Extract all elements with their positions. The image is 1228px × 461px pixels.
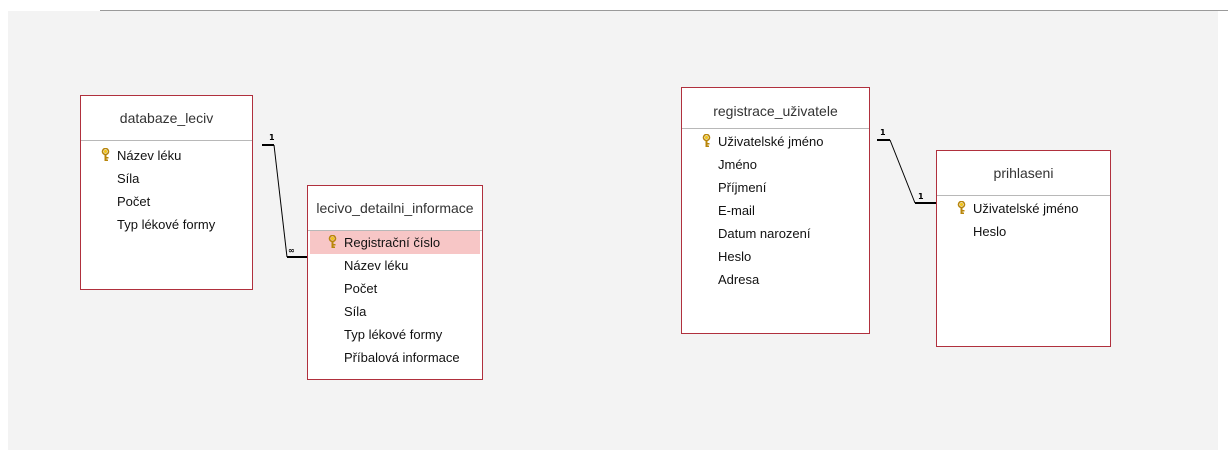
field-label: Název léku [344,258,409,273]
table-title[interactable]: databaze_leciv [81,96,252,141]
field-label: Název léku [117,148,182,163]
field-label: Síla [117,171,140,186]
field-row[interactable]: Adresa [682,268,869,291]
field-row[interactable]: Datum narození [682,222,869,245]
field-row[interactable]: Počet [308,277,482,300]
relationship-registrace-prihlaseni[interactable]: 1 1 [877,128,936,204]
field-label: Typ lékové formy [344,327,443,342]
field-row[interactable]: Počet [81,190,252,213]
relationship-databaze-lecivo[interactable]: 1 ∞ [262,133,308,258]
table-prihlaseni[interactable]: prihlaseni Uživatelské jméno Heslo [936,150,1111,347]
relationship-connector-line [889,139,916,204]
field-row[interactable]: Jméno [682,153,869,176]
field-row[interactable]: Uživatelské jméno [937,197,1110,220]
key-icon [702,134,711,147]
relationship-cardinality-one: 1 [918,192,924,201]
field-row[interactable]: Příbalová informace [308,346,482,369]
field-label: Uživatelské jméno [718,134,824,149]
table-title[interactable]: prihlaseni [937,151,1110,196]
relationship-cardinality-one: 1 [880,128,886,137]
field-row[interactable]: Uživatelské jméno [682,130,869,153]
table-registrace-uzivatele[interactable]: registrace_uživatele Uživatelské jméno J… [681,87,870,334]
field-label: Adresa [718,272,760,287]
field-label: Uživatelské jméno [973,201,1079,216]
field-label: Příjmení [718,180,767,195]
field-label: Heslo [718,249,752,264]
field-row[interactable]: E-mail [682,199,869,222]
field-row[interactable]: Síla [81,167,252,190]
key-icon [328,235,337,248]
field-label: Síla [344,304,367,319]
field-label: Počet [117,194,151,209]
field-label: E-mail [718,203,755,218]
relationship-connector-line [273,144,288,258]
field-row[interactable]: Typ lékové formy [308,323,482,346]
field-row[interactable]: Síla [308,300,482,323]
field-label: Heslo [973,224,1007,239]
table-title[interactable]: lecivo_detailni_informace [308,186,482,231]
table-title[interactable]: registrace_uživatele [682,88,869,129]
field-row[interactable]: Typ lékové formy [81,213,252,236]
field-label: Příbalová informace [344,350,460,365]
field-label: Jméno [718,157,758,172]
field-row[interactable]: Název léku [308,254,482,277]
field-row-selected[interactable]: Registrační číslo [310,231,480,254]
field-label: Typ lékové formy [117,217,216,232]
key-icon [957,201,966,214]
relationship-cardinality-many: ∞ [288,246,295,255]
field-row[interactable]: Název léku [81,144,252,167]
field-row[interactable]: Heslo [937,220,1110,243]
field-label: Registrační číslo [344,235,441,250]
key-icon [101,148,110,161]
field-row[interactable]: Heslo [682,245,869,268]
table-databaze-leciv[interactable]: databaze_leciv Název léku Síla Počet Typ… [80,95,253,290]
field-row[interactable]: Příjmení [682,176,869,199]
relationship-cardinality-one: 1 [269,133,275,142]
field-label: Počet [344,281,378,296]
table-lecivo-detailni-informace[interactable]: lecivo_detailni_informace Registrační čí… [307,185,483,380]
field-label: Datum narození [718,226,811,241]
